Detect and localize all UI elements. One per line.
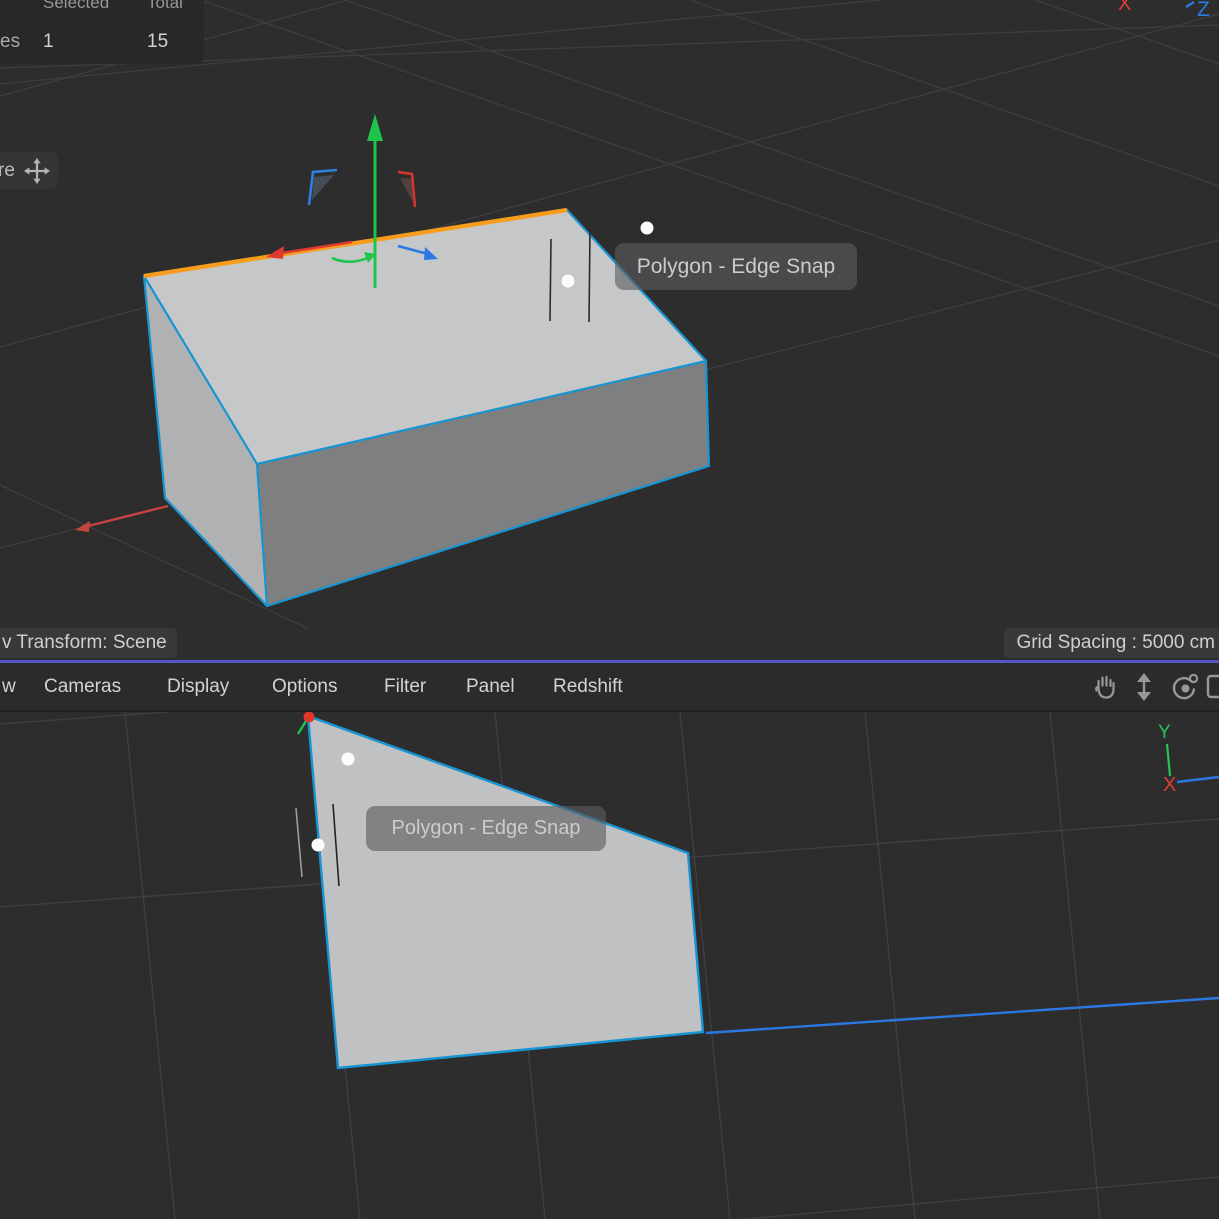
menu-item-options[interactable]: Options [272,663,337,710]
axis-z-label: Z [1197,0,1210,21]
box-face-front[interactable] [257,361,709,606]
selected-polygon[interactable] [308,716,703,1068]
stats-total-value: 15 [147,31,168,53]
stats-selected-value: 1 [43,31,54,53]
stats-header-selected: Selected [43,0,109,13]
vertex-normal-tick [298,721,306,734]
face-y-axis-curve[interactable] [332,257,370,262]
move-gizmo[interactable] [266,114,438,288]
viewport-menu-bar: w Cameras Display Options Filter Panel R… [0,663,1219,712]
world-axis-labels-top: X Z [1118,0,1210,21]
dolly-arrows-icon[interactable] [1129,672,1159,702]
tool-chip-label: re [0,152,15,189]
axis-y-line [1167,744,1170,776]
secondary-grid [0,636,1219,1219]
snap-guides-bottom [296,753,355,887]
axis-z-line [1177,777,1219,782]
face-x-arrowhead [266,246,284,259]
maximize-frame-icon[interactable] [1206,672,1219,702]
gizmo-plane-handle-blue-fill [312,175,334,200]
gizmo-plane-handle-red[interactable] [398,172,415,207]
gizmo-y-arrowhead [367,114,383,141]
highlighted-edge-orange[interactable] [144,210,567,276]
perspective-viewport[interactable]: X Z [0,0,1219,628]
snap-mode-tooltip: Polygon - Edge Snap [615,243,857,290]
menu-item-cameras[interactable]: Cameras [44,663,121,710]
snap-point-dot [562,275,575,288]
perspective-grid [0,0,1219,628]
snap-mode-tooltip: Polygon - Edge Snap [366,806,606,851]
world-z-axis-line [706,998,1219,1033]
view-transform-chip: v Transform: Scene [0,628,177,658]
selection-stats-panel: Selected Total es 1 15 [0,0,204,64]
menu-item-display[interactable]: Display [167,663,229,710]
gizmo-plane-handle-blue[interactable] [309,170,337,205]
move-tool-icon[interactable] [23,157,51,185]
rotate-camera-icon[interactable] [1168,672,1200,702]
mini-axis-gizmo: Y X [1158,722,1219,796]
grid-spacing-chip: Grid Spacing : 5000 cm [1004,628,1219,658]
axis-x-label: X [1118,0,1131,15]
snap-point-dot [342,753,355,766]
menu-item-view-partial[interactable]: w [2,663,16,710]
stats-header-total: Total [147,0,183,13]
world-x-axis-line [75,506,168,532]
selected-vertex-dot[interactable] [304,712,315,723]
menu-item-filter[interactable]: Filter [384,663,426,710]
snap-point-dot [641,222,654,235]
active-tool-chip: re [0,152,58,189]
axis-x-label: X [1163,774,1176,796]
snap-point-dot [312,839,325,852]
menu-item-redshift[interactable]: Redshift [553,663,623,710]
gizmo-plane-handle-red-fill [400,178,413,202]
pan-hand-icon[interactable] [1090,672,1120,702]
polygon-vertex-markers [298,712,315,735]
axis-y-label: Y [1158,722,1171,743]
axis-z-tick [1186,2,1194,7]
box-face-left[interactable] [144,276,267,606]
menu-item-panel[interactable]: Panel [466,663,515,710]
scene-svg: X Z [0,0,1219,1219]
stats-row-label: es [0,31,20,53]
face-z-arrowhead [424,247,438,260]
face-x-axis-arrow[interactable] [282,242,352,253]
application-window: X Z [0,0,1219,1219]
face-y-arrowhead [364,252,376,263]
secondary-viewport[interactable]: Y X [0,636,1219,1219]
face-z-axis-arrow[interactable] [398,246,428,254]
